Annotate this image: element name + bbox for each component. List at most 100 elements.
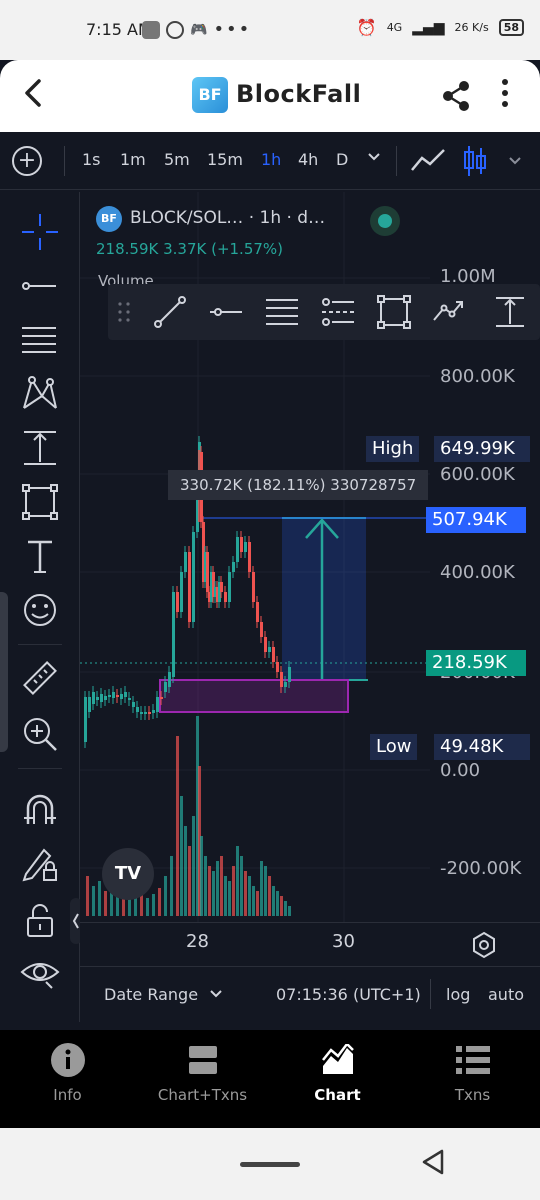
candle-body [164, 682, 167, 692]
auto-scale-toggle[interactable]: auto [488, 985, 524, 1004]
volume-bar [180, 796, 183, 916]
draw-lock-pencil-icon[interactable] [20, 844, 60, 884]
tools-divider [18, 768, 62, 769]
draw-path-icon[interactable] [432, 294, 468, 330]
range-divider [430, 979, 431, 1009]
clock-timezone[interactable]: 07:15:36 (UTC+1) [276, 985, 421, 1004]
volume-bar [244, 871, 247, 916]
interval-1m[interactable]: 1m [120, 150, 146, 169]
system-back-icon[interactable] [420, 1148, 446, 1180]
draw-fib-icon[interactable] [264, 294, 300, 330]
nav-chart-txns[interactable]: Chart+Txns [135, 1040, 270, 1104]
candle-body [180, 572, 183, 612]
legend-values: 218.59K 3.37K (+1.57%) [96, 240, 284, 258]
candle-body [132, 702, 135, 707]
rectangle-icon[interactable] [20, 482, 60, 522]
price-chart[interactable]: BF BLOCK/SOL… · 1h · d… 218.59K 3.37K (+… [80, 192, 540, 922]
candle-body [228, 572, 231, 602]
time-axis[interactable]: 28 30 [80, 922, 540, 966]
draw-trend-line-icon[interactable] [152, 294, 188, 330]
volume-bar [280, 896, 283, 916]
zoom-in-icon[interactable] [20, 714, 60, 754]
app-logo: BF [192, 77, 228, 113]
interval-15m[interactable]: 15m [207, 150, 243, 169]
price-tick-label: -200.00K [440, 858, 522, 879]
panel-collapse-handle[interactable] [0, 592, 8, 752]
home-pill[interactable] [240, 1162, 300, 1167]
app-title: BlockFall [236, 80, 362, 108]
text-icon[interactable] [20, 536, 60, 576]
emoji-icon[interactable] [20, 590, 60, 630]
interval-5m[interactable]: 5m [164, 150, 190, 169]
volume-bar [268, 876, 271, 916]
candle-body [88, 697, 91, 712]
crosshair-icon[interactable] [20, 212, 60, 252]
candle-body [224, 592, 227, 602]
log-scale-toggle[interactable]: log [446, 985, 470, 1004]
add-indicator-button[interactable]: + [12, 146, 42, 176]
volume-bar [86, 876, 89, 916]
drag-handle-icon[interactable] [114, 294, 150, 330]
back-arrow-icon[interactable] [22, 78, 44, 116]
candle-body [144, 712, 147, 714]
chart-drawings [80, 517, 426, 713]
low-value-tag: 49.48K [434, 734, 530, 760]
candle-chart-type-icon[interactable] [462, 144, 488, 182]
measure-box [282, 518, 366, 680]
candle-body [112, 692, 115, 698]
nav-txns[interactable]: Txns [405, 1040, 540, 1104]
interval-1s[interactable]: 1s [82, 150, 101, 169]
eye-visibility-icon[interactable] [20, 952, 60, 992]
tradingview-logo[interactable]: TV [102, 848, 154, 900]
candle-body [100, 694, 103, 702]
volume-bar [288, 906, 291, 916]
lock-icon[interactable] [20, 900, 60, 940]
nav-chart[interactable]: Chart [270, 1040, 405, 1104]
time-tick-label: 30 [332, 931, 355, 952]
candle-body [272, 647, 275, 662]
candle-body [140, 712, 143, 714]
pair-title[interactable]: BLOCK/SOL… · 1h · d… [130, 208, 325, 228]
nav-label: Txns [454, 1086, 491, 1104]
draw-parallel-channel-icon[interactable] [320, 294, 356, 330]
interval-d[interactable]: D [336, 150, 348, 169]
price-range-icon[interactable] [20, 428, 60, 468]
candle-body [120, 694, 123, 699]
ruler-icon[interactable] [20, 658, 60, 698]
interval-dropdown-icon[interactable] [367, 148, 381, 167]
volume-bar [158, 888, 161, 916]
more-vert-icon[interactable] [500, 78, 510, 108]
gamepad-icon: 🎮 [190, 21, 208, 38]
interval-1h[interactable]: 1h [261, 150, 281, 169]
candle-body [92, 692, 95, 704]
fib-retracement-icon[interactable] [20, 320, 60, 360]
candle-body [256, 602, 259, 622]
pattern-icon[interactable] [20, 374, 60, 414]
candle-body [244, 542, 247, 552]
candle-body [284, 682, 287, 687]
live-status-icon [370, 206, 400, 236]
share-icon[interactable] [440, 80, 472, 116]
pair-logo: BF [96, 206, 122, 232]
draw-horizontal-ray-icon[interactable] [208, 294, 244, 330]
draw-price-range-icon[interactable] [492, 294, 528, 330]
volume-bar [116, 896, 119, 916]
current-price-tag: 218.59K [426, 650, 526, 676]
status-bar: 7:15 AM 🎮 ••• ⏰ 4G ▂▄▆ 26 K/s 58 [0, 0, 540, 60]
chart-settings-icon[interactable] [470, 931, 498, 959]
signal-icon: ▂▄▆ [412, 19, 445, 36]
line-chart-type-icon[interactable] [410, 146, 446, 180]
volume-bar [152, 894, 155, 916]
price-tick-label: 400.00K [440, 562, 515, 583]
trend-line-icon[interactable] [20, 266, 60, 306]
interval-4h[interactable]: 4h [298, 150, 318, 169]
magnet-icon[interactable] [20, 790, 60, 830]
chart-type-dropdown-icon[interactable] [508, 152, 522, 171]
date-range-button[interactable]: Date Range [104, 985, 223, 1004]
volume-bar [236, 846, 239, 916]
speed-text: 26 K/s [454, 21, 489, 34]
nav-info[interactable]: Info [0, 1040, 135, 1104]
draw-rectangle-icon[interactable] [376, 294, 412, 330]
app-screen: 7:15 AM 🎮 ••• ⏰ 4G ▂▄▆ 26 K/s 58 BF Bloc… [0, 0, 540, 1200]
candle-body [220, 582, 223, 592]
